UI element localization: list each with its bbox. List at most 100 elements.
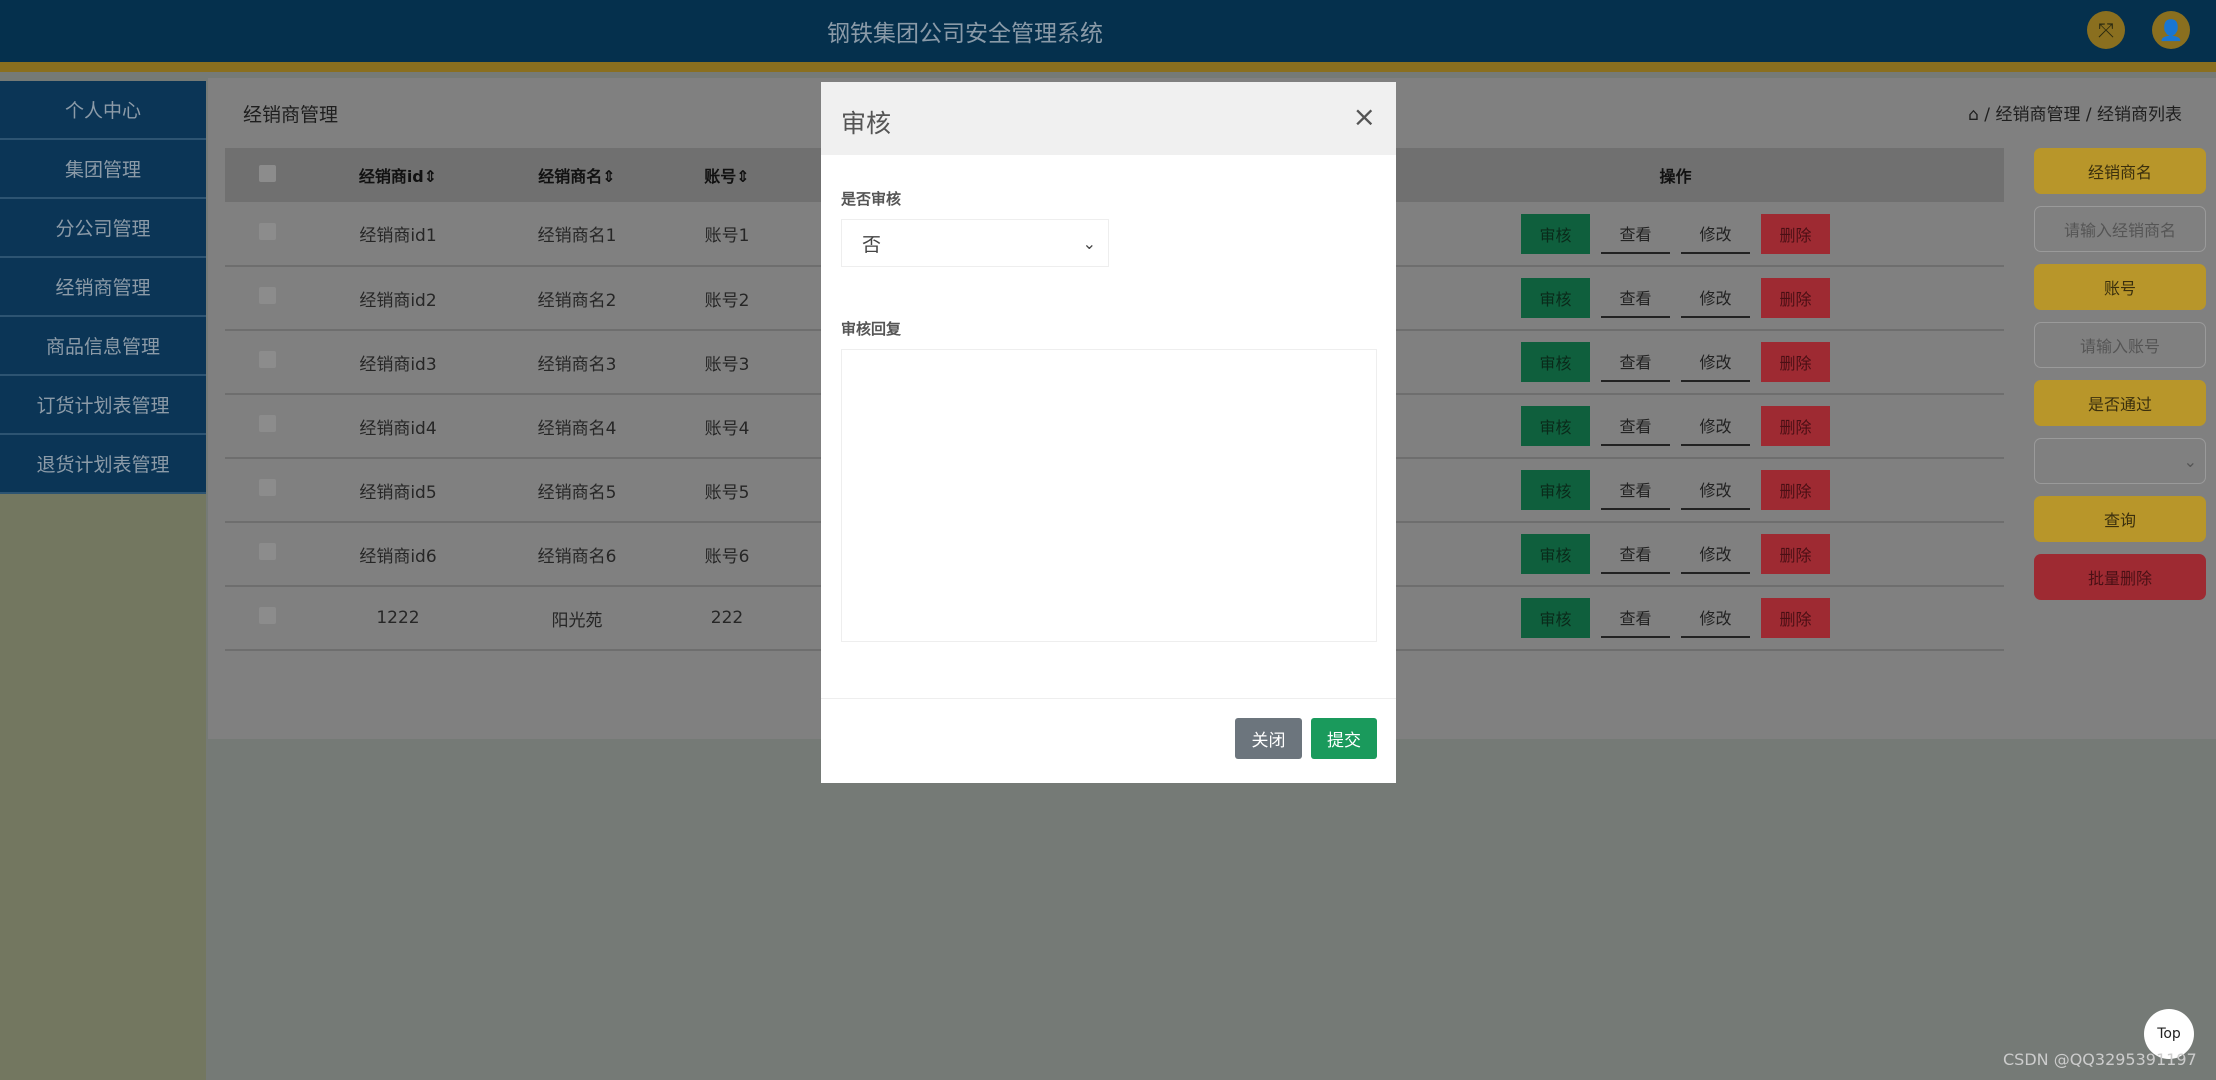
pass-select[interactable]: ⌄ — [2034, 438, 2206, 484]
close-button[interactable]: 关闭 — [1235, 718, 1302, 759]
review-dialog: 审核 × 是否审核 否 ⌄ 审核回复 关闭 提交 — [821, 82, 1396, 783]
app-title: 钢铁集团公司安全管理系统 — [827, 21, 1103, 47]
delete-button[interactable]: 删除 — [1761, 213, 1830, 254]
delete-button[interactable]: 删除 — [1761, 342, 1830, 382]
review-button[interactable]: 审核 — [1521, 213, 1590, 254]
sidebar-item[interactable]: 经销商管理 — [0, 258, 206, 317]
table-cell: 经销商id6 — [309, 522, 487, 587]
table-cell: 账号1 — [667, 202, 787, 267]
table-cell: 账号4 — [667, 394, 787, 459]
edit-button[interactable]: 修改 — [1681, 598, 1750, 638]
chevron-down-icon: ⌄ — [2183, 451, 2197, 471]
review-button[interactable]: 审核 — [1521, 406, 1590, 446]
pass-label: 是否通过 — [2034, 380, 2206, 426]
query-button[interactable]: 查询 — [2034, 496, 2206, 542]
header-stripe — [0, 62, 2216, 72]
table-cell: 账号3 — [667, 330, 787, 395]
edit-button[interactable]: 修改 — [1681, 278, 1750, 318]
chevron-down-icon: ⌄ — [1082, 233, 1096, 253]
user-icon[interactable]: 👤 — [2152, 11, 2190, 49]
table-cell: 经销商名3 — [487, 330, 667, 395]
sidebar-item[interactable]: 商品信息管理 — [0, 317, 206, 376]
close-icon[interactable]: × — [1353, 100, 1376, 133]
header: 钢铁集团公司安全管理系统 ⤧ 👤 — [0, 0, 2216, 62]
review-status-select[interactable]: 否 ⌄ — [841, 219, 1109, 267]
table-cell: 经销商id4 — [309, 394, 487, 459]
sidebar: 个人中心 集团管理 分公司管理 经销商管理 商品信息管理 订货计划表管理 退货计划表管理 — [0, 81, 206, 1080]
delete-button[interactable]: 删除 — [1761, 278, 1830, 318]
watermark: CSDN @QQ3295391197 — [2003, 1050, 2197, 1069]
table-cell: 1222 — [309, 586, 487, 651]
batch-delete-button[interactable]: 批量删除 — [2034, 554, 2206, 600]
page-title: 经销商管理 — [243, 104, 339, 126]
review-status-label: 是否审核 — [841, 190, 902, 208]
delete-button[interactable]: 删除 — [1761, 598, 1830, 638]
review-button[interactable]: 审核 — [1521, 534, 1590, 574]
row-checkbox[interactable] — [258, 351, 276, 368]
column-header-name[interactable]: 经销商名⇕ — [487, 148, 667, 202]
edit-button[interactable]: 修改 — [1681, 470, 1750, 510]
delete-button[interactable]: 删除 — [1761, 406, 1830, 446]
row-checkbox[interactable] — [258, 479, 276, 496]
dialog-footer-divider — [821, 698, 1396, 699]
delete-button[interactable]: 删除 — [1761, 534, 1830, 574]
table-cell: 经销商名4 — [487, 394, 667, 459]
breadcrumb-item: 经销商列表 — [2097, 105, 2182, 125]
table-cell: 经销商id5 — [309, 458, 487, 523]
row-checkbox[interactable] — [258, 415, 276, 432]
table-cell: 账号5 — [667, 458, 787, 523]
view-button[interactable]: 查看 — [1601, 470, 1670, 510]
review-button[interactable]: 审核 — [1521, 342, 1590, 382]
sidebar-item[interactable]: 个人中心 — [0, 81, 206, 140]
edit-button[interactable]: 修改 — [1681, 534, 1750, 574]
sidebar-item[interactable]: 集团管理 — [0, 140, 206, 199]
select-all-checkbox[interactable] — [258, 164, 276, 182]
review-reply-label: 审核回复 — [841, 320, 902, 338]
edit-button[interactable]: 修改 — [1681, 342, 1750, 382]
row-checkbox[interactable] — [258, 543, 276, 560]
view-button[interactable]: 查看 — [1601, 406, 1670, 446]
breadcrumb: ⌂ / 经销商管理 / 经销商列表 — [1968, 105, 2182, 125]
dealer-name-input[interactable]: 请输入经销商名 — [2034, 206, 2206, 252]
fullscreen-icon[interactable]: ⤧ — [2087, 11, 2125, 49]
table-cell: 经销商名6 — [487, 522, 667, 587]
table-cell: 阳光苑 — [487, 586, 667, 651]
column-header-id[interactable]: 经销商id⇕ — [309, 148, 487, 202]
delete-button[interactable]: 删除 — [1761, 470, 1830, 510]
table-cell: 经销商名2 — [487, 266, 667, 331]
view-button[interactable]: 查看 — [1601, 598, 1670, 638]
review-button[interactable]: 审核 — [1521, 470, 1590, 510]
view-button[interactable]: 查看 — [1601, 342, 1670, 382]
sidebar-item[interactable]: 分公司管理 — [0, 199, 206, 258]
dialog-header: 审核 × — [821, 82, 1396, 155]
dialog-title: 审核 — [841, 109, 892, 138]
table-cell: 账号2 — [667, 266, 787, 331]
sidebar-item[interactable]: 订货计划表管理 — [0, 376, 206, 435]
view-button[interactable]: 查看 — [1601, 214, 1670, 254]
breadcrumb-item[interactable]: 经销商管理 — [1995, 105, 2080, 125]
account-input[interactable]: 请输入账号 — [2034, 322, 2206, 368]
table-cell: 经销商id2 — [309, 266, 487, 331]
row-checkbox[interactable] — [258, 287, 276, 304]
home-icon[interactable]: ⌂ — [1968, 105, 1979, 125]
review-button[interactable]: 审核 — [1521, 278, 1590, 318]
table-cell: 222 — [667, 586, 787, 651]
account-label: 账号 — [2034, 264, 2206, 310]
review-reply-textarea[interactable] — [841, 349, 1377, 642]
row-checkbox[interactable] — [258, 222, 276, 240]
dealer-name-label: 经销商名 — [2034, 148, 2206, 194]
table-cell: 经销商名5 — [487, 458, 667, 523]
row-checkbox[interactable] — [258, 607, 276, 624]
submit-button[interactable]: 提交 — [1311, 718, 1377, 759]
table-cell: 经销商id3 — [309, 330, 487, 395]
search-panel: 经销商名 请输入经销商名 账号 请输入账号 是否通过 ⌄ 查询 批量删除 — [2034, 148, 2206, 612]
column-header-account[interactable]: 账号⇕ — [667, 148, 787, 202]
view-button[interactable]: 查看 — [1601, 534, 1670, 574]
table-cell: 经销商名1 — [487, 202, 667, 267]
edit-button[interactable]: 修改 — [1681, 406, 1750, 446]
edit-button[interactable]: 修改 — [1681, 214, 1750, 254]
table-cell: 经销商id1 — [309, 202, 487, 267]
sidebar-item[interactable]: 退货计划表管理 — [0, 435, 206, 494]
review-button[interactable]: 审核 — [1521, 598, 1590, 638]
view-button[interactable]: 查看 — [1601, 278, 1670, 318]
